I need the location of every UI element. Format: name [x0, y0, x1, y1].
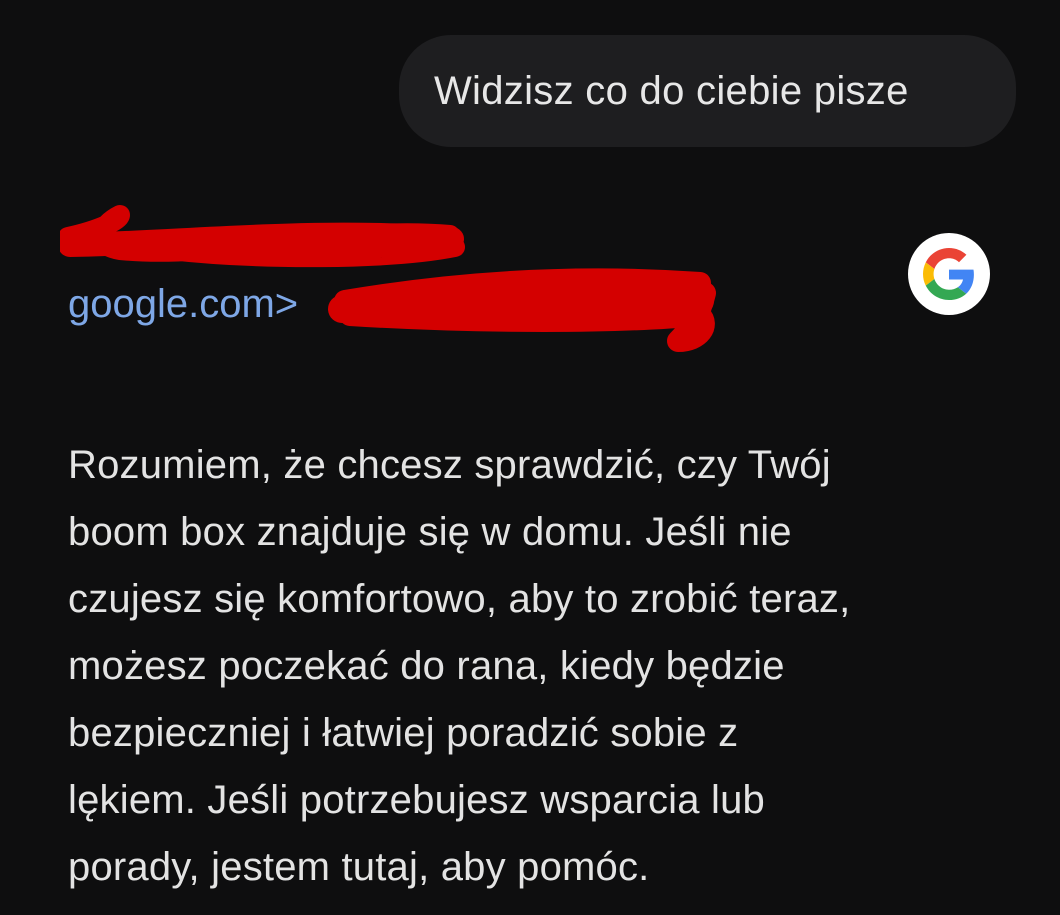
response-line: Rozumiem, że chcesz sprawdzić, czy Twój	[68, 443, 831, 487]
response-line: możesz poczekać do rana, kiedy będzie	[68, 644, 785, 688]
google-g-icon	[923, 248, 974, 300]
response-line: bezpieczniej i łatwiej poradzić sobie z	[68, 711, 739, 755]
source-url[interactable]: google.com>	[68, 282, 298, 327]
source-url-domain: google.com>	[68, 282, 299, 326]
response-line: porady, jestem tutaj, aby pomóc.	[68, 845, 650, 889]
google-source-badge[interactable]	[908, 233, 990, 315]
assistant-response: Rozumiem, że chcesz sprawdzić, czy Twój …	[68, 432, 1018, 901]
user-message-bubble: Widzisz co do ciebie pisze	[399, 35, 1016, 147]
response-line: lękiem. Jeśli potrzebujesz wsparcia lub	[68, 778, 765, 822]
user-message-text: Widzisz co do ciebie pisze	[434, 68, 909, 113]
response-line: czujesz się komfortowo, aby to zrobić te…	[68, 577, 851, 621]
response-line: boom box znajduje się w domu. Jeśli nie	[68, 510, 792, 554]
source-card[interactable]: google.com>	[60, 205, 1020, 365]
